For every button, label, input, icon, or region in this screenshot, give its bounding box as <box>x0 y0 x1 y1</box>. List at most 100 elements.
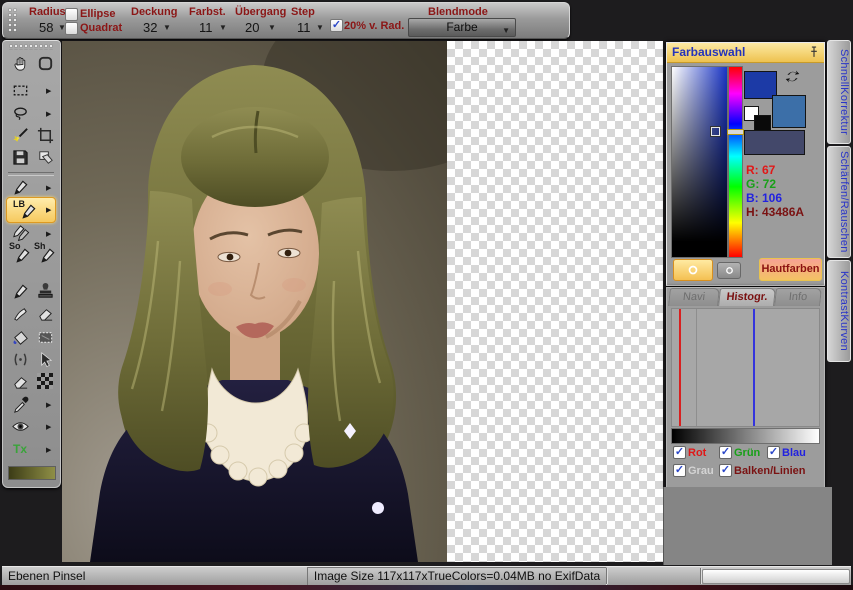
palette-grip[interactable] <box>9 44 53 50</box>
histogram-red-line <box>679 309 681 426</box>
rot-checkbox[interactable]: ✓ <box>673 446 686 459</box>
select-cursor-tool[interactable] <box>34 349 56 369</box>
farbst-value[interactable]: 11 <box>199 20 213 35</box>
step-dropdown-icon[interactable]: ▼ <box>316 23 324 32</box>
text-flyout-icon[interactable]: ▶ <box>46 446 51 454</box>
foreground-color-bar[interactable] <box>8 466 56 480</box>
multi-brush-tool[interactable] <box>9 223 31 243</box>
balken-checkbox[interactable]: ✓ <box>719 464 732 477</box>
rot-label: Rot <box>688 447 706 459</box>
quadrat-label: Quadrat <box>80 22 122 34</box>
radius-value[interactable]: 58 <box>39 20 53 35</box>
bucket-icon <box>11 328 30 347</box>
pan-tool[interactable] <box>9 53 31 73</box>
brush-tool[interactable] <box>9 177 31 197</box>
dock-empty-area <box>663 487 832 565</box>
tab-histogramm[interactable]: Histogr. <box>718 288 776 306</box>
layer-brush-flyout-icon[interactable]: ▶ <box>46 206 51 214</box>
deckung-dropdown-icon[interactable]: ▼ <box>163 23 171 32</box>
magic-wand-tool[interactable] <box>9 125 31 145</box>
tab-kontrastkurven[interactable]: KontrastKurven <box>827 260 851 362</box>
palette-divider <box>8 172 54 176</box>
eraser-tool[interactable] <box>34 303 56 323</box>
sv-marker[interactable] <box>711 127 720 136</box>
tab-schnellkorrektur[interactable]: SchnellKorrektur <box>827 40 851 144</box>
hue-marker[interactable] <box>727 129 744 135</box>
text-tool[interactable]: Tx <box>9 439 31 459</box>
texture-tool[interactable] <box>34 371 56 391</box>
wipe-eraser-tool[interactable] <box>9 371 31 391</box>
fill-bucket-tool[interactable] <box>9 327 31 347</box>
smudge-tool[interactable] <box>9 303 31 323</box>
uebergang-value[interactable]: 20 <box>245 20 259 35</box>
brush-flyout-icon[interactable]: ▶ <box>46 184 51 192</box>
sample-point-button-active[interactable] <box>673 259 713 281</box>
multi-brush-flyout-icon[interactable]: ▶ <box>46 230 51 238</box>
crop-tool[interactable] <box>34 125 56 145</box>
sample-area-button[interactable] <box>717 262 741 279</box>
ellipse-checkbox[interactable] <box>65 8 78 21</box>
paste-tool[interactable] <box>34 147 56 167</box>
tab-info[interactable]: Info <box>774 288 822 306</box>
clone-stamp-tool[interactable] <box>34 281 56 301</box>
blendmode-select[interactable]: Farbe ▼ <box>408 18 516 37</box>
rect-select-tool[interactable] <box>9 80 31 100</box>
sharpen-brush-tool[interactable]: Sh <box>34 243 56 263</box>
skin-colors-button[interactable]: Hautfarben <box>759 258 822 281</box>
save-tool[interactable] <box>9 147 31 167</box>
pattern-fill-tool[interactable] <box>34 327 56 347</box>
left-cheek <box>208 282 232 296</box>
soften-brush-icon <box>13 246 32 265</box>
frame-select-tool[interactable] <box>34 53 56 73</box>
radius-pct-checkbox[interactable]: ✓ <box>330 19 343 32</box>
toolbar-grip[interactable] <box>8 8 17 32</box>
photo-editor-window: Radius 58 ▼ Ellipse Quadrat Deckung 32 ▼… <box>0 0 853 590</box>
swap-colors-icon[interactable] <box>784 68 801 85</box>
portrait-photo[interactable] <box>62 41 447 562</box>
tab-navi[interactable]: Navi <box>668 288 720 306</box>
redeye-tool[interactable] <box>9 416 31 436</box>
pattern-rect-icon <box>36 328 55 347</box>
paint-brush-tool[interactable] <box>9 281 31 301</box>
saturation-value-box[interactable] <box>671 66 728 258</box>
grau-checkbox[interactable]: ✓ <box>673 464 686 477</box>
options-toolbar: Radius 58 ▼ Ellipse Quadrat Deckung 32 ▼… <box>2 2 570 39</box>
farbst-label: Farbst. <box>189 6 226 18</box>
histogram-panel: Navi Histogr. Info ✓ Rot ✓ Grün ✓ Blau ✓… <box>666 287 825 489</box>
rotate-tool[interactable] <box>9 349 31 369</box>
lasso-flyout-icon[interactable]: ▶ <box>46 110 51 118</box>
eyedropper-flyout-icon[interactable]: ▶ <box>46 401 51 409</box>
redeye-flyout-icon[interactable]: ▶ <box>46 423 51 431</box>
histogram-gray-line <box>696 309 697 426</box>
blendmode-dropdown-icon: ▼ <box>502 23 510 39</box>
double-brush-icon <box>11 224 30 243</box>
quadrat-checkbox[interactable] <box>65 22 78 35</box>
status-bar: Ebenen Pinsel Image Size 117x117xTrueCol… <box>2 566 851 586</box>
hue-strip[interactable] <box>728 66 743 258</box>
pin-icon[interactable] <box>807 45 821 59</box>
rect-select-flyout-icon[interactable]: ▶ <box>46 87 51 95</box>
left-pupil <box>227 254 234 261</box>
background-color-swatch[interactable] <box>772 95 806 128</box>
rounded-square-icon <box>36 54 55 73</box>
transparent-canvas-area[interactable] <box>447 41 663 562</box>
current-color-swatch[interactable] <box>744 130 805 155</box>
blendmode-label: Blendmode <box>428 6 488 18</box>
gruen-checkbox[interactable]: ✓ <box>719 446 732 459</box>
tab-schaerfen-rauschen[interactable]: Schärfen/Rauschen <box>827 146 851 258</box>
gruen-label: Grün <box>734 447 760 459</box>
soften-brush-tool[interactable]: So <box>9 243 31 263</box>
color-panel-header[interactable]: Farbauswahl <box>667 43 824 63</box>
status-divider <box>606 568 607 584</box>
grau-label: Grau <box>688 465 714 477</box>
color-picker-panel: Farbauswahl R: 67 G: 72 B: 106 H: 43486A… <box>666 42 825 286</box>
uebergang-dropdown-icon[interactable]: ▼ <box>268 23 276 32</box>
eyedropper-tool[interactable] <box>9 394 31 414</box>
lasso-select-tool[interactable] <box>9 103 31 123</box>
farbst-dropdown-icon[interactable]: ▼ <box>219 23 227 32</box>
blau-checkbox[interactable]: ✓ <box>767 446 780 459</box>
stamp-icon <box>36 282 55 301</box>
red-value: R: 67 <box>746 163 775 177</box>
deckung-value[interactable]: 32 <box>143 20 157 35</box>
step-value[interactable]: 11 <box>297 20 311 35</box>
